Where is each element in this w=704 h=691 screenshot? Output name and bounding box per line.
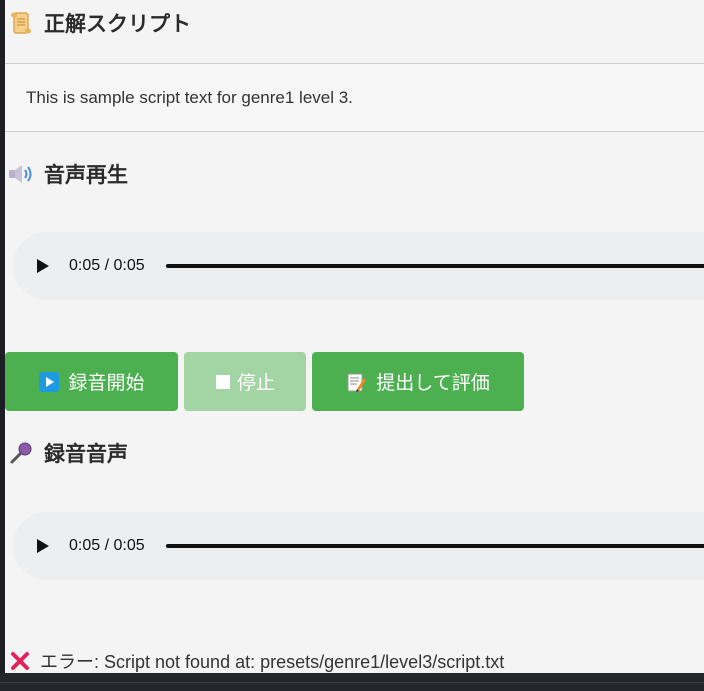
playback-progress-track[interactable] (165, 264, 704, 268)
error-message: エラー: Script not found at: presets/genre1… (8, 648, 504, 673)
script-text-box: This is sample script text for genre1 le… (5, 63, 704, 132)
recording-progress-track[interactable] (165, 544, 704, 548)
speaker-icon (8, 161, 34, 187)
submit-evaluate-button[interactable]: 提出して評価 (312, 352, 524, 411)
recording-audio-player[interactable]: 0:05 / 0:05 (13, 512, 704, 580)
record-start-label: 録音開始 (68, 372, 145, 394)
play-icon[interactable] (28, 251, 58, 281)
stop-button[interactable]: 停止 (184, 352, 306, 411)
playback-heading: 音声再生 (8, 159, 128, 189)
cross-mark-icon (8, 649, 32, 673)
bottom-strip (0, 673, 704, 691)
stop-square-icon (215, 371, 231, 392)
memo-pencil-icon (346, 371, 367, 392)
microphone-icon (8, 440, 34, 466)
recording-time: 0:05 / 0:05 (69, 537, 145, 554)
play-icon[interactable] (28, 531, 58, 561)
script-title: 正解スクリプト (44, 12, 191, 36)
playback-audio-player[interactable]: 0:05 / 0:05 (13, 232, 704, 300)
script-heading: 正解スクリプト (8, 8, 191, 38)
recording-title: 録音音声 (44, 442, 128, 466)
playback-time: 0:05 / 0:05 (69, 257, 145, 274)
scroll-icon (8, 10, 34, 36)
play-square-icon (38, 371, 59, 392)
submit-evaluate-label: 提出して評価 (376, 372, 490, 394)
main-panel: 正解スクリプト This is sample script text for g… (5, 0, 704, 673)
stop-label: 停止 (236, 372, 275, 394)
script-text: This is sample script text for genre1 le… (26, 87, 353, 107)
recording-heading: 録音音声 (8, 438, 128, 468)
record-start-button[interactable]: 録音開始 (5, 352, 178, 411)
error-text: エラー: Script not found at: presets/genre1… (40, 652, 505, 672)
playback-title: 音声再生 (44, 163, 128, 187)
